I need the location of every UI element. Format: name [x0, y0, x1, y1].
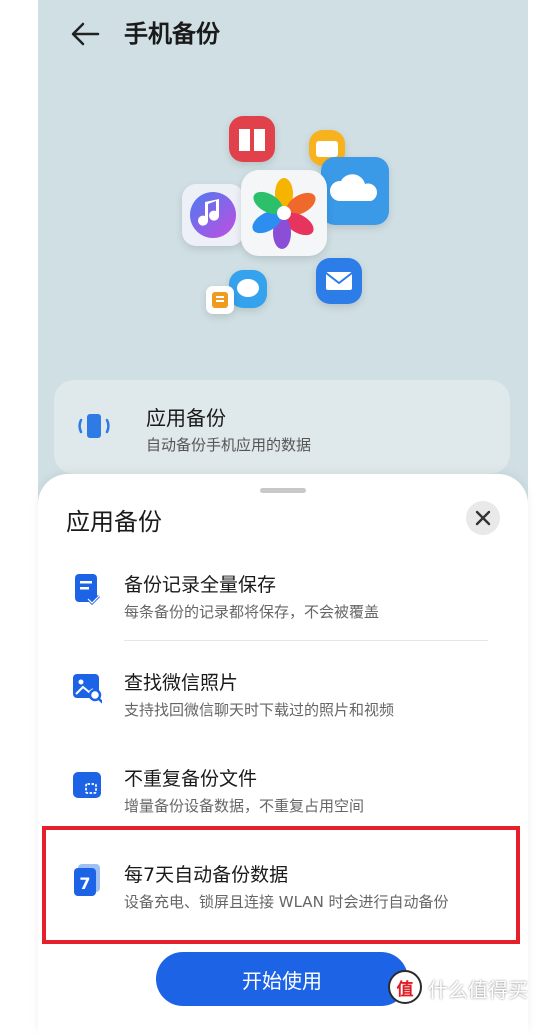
photo-search-icon	[72, 670, 104, 704]
mail-app-icon	[316, 258, 362, 304]
music-app-icon	[182, 184, 244, 246]
watermark-logo: 值	[388, 970, 422, 1004]
message-app-icon	[229, 270, 267, 308]
start-button[interactable]: 开始使用	[156, 952, 408, 1006]
phone-sync-icon	[74, 406, 114, 446]
cloud-app-icon	[321, 157, 389, 225]
bottom-sheet: 应用备份 备份记录全量保存 每条备份的记录都将保存，不会被覆盖 查找微信照片 支…	[38, 474, 528, 1034]
feature-item-full-records: 备份记录全量保存 每条备份的记录都将保存，不会被覆盖	[38, 570, 528, 666]
feature-description: 支持找回微信聊天时下载过的照片和视频	[124, 701, 395, 719]
document-check-icon	[72, 572, 102, 606]
card-title: 应用备份	[146, 406, 226, 430]
back-arrow-icon[interactable]	[68, 16, 104, 52]
feature-title: 不重复备份文件	[124, 768, 258, 790]
divider	[124, 640, 488, 641]
red-highlight-box	[42, 826, 520, 944]
feature-item-wechat-photos: 查找微信照片 支持找回微信聊天时下载过的照片和视频	[38, 668, 528, 764]
hero-illustration	[38, 100, 528, 330]
watermark-text: 什么值得买	[428, 978, 528, 1002]
card-subtitle: 自动备份手机应用的数据	[146, 436, 312, 454]
app-backup-card[interactable]: 应用备份 自动备份手机应用的数据	[54, 380, 510, 474]
watermark: 值 什么值得买	[388, 966, 548, 1010]
feature-description: 每条备份的记录都将保存，不会被覆盖	[124, 603, 380, 621]
close-icon[interactable]	[466, 501, 500, 535]
gallery-app-icon	[241, 170, 327, 256]
sheet-drag-handle[interactable]	[260, 488, 306, 493]
feature-title: 查找微信照片	[124, 672, 239, 694]
sheet-title: 应用备份	[66, 508, 162, 536]
books-app-icon	[229, 116, 275, 162]
feature-title: 备份记录全量保存	[124, 574, 277, 596]
page-title: 手机备份	[124, 20, 220, 48]
feature-description: 增量备份设备数据，不重复占用空间	[124, 797, 365, 815]
dedupe-files-icon	[72, 766, 102, 800]
top-bar: 手机备份	[38, 0, 528, 70]
contacts-app-icon	[206, 286, 234, 314]
